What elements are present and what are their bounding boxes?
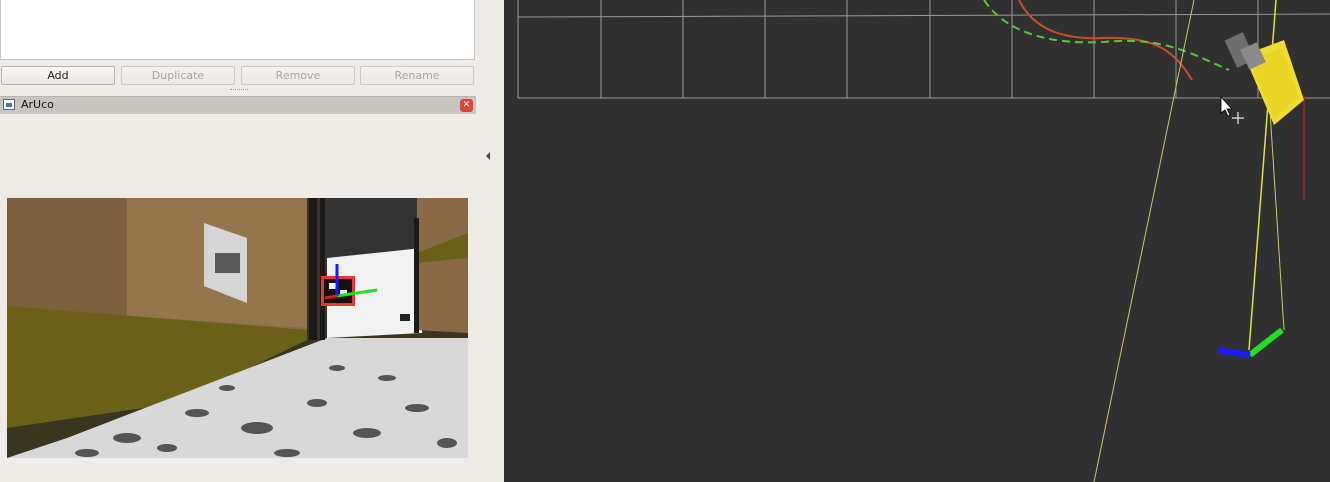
views-list[interactable] [0,0,475,60]
box-face [7,198,127,316]
image-panel-title: ArUco [21,98,54,111]
remove-button[interactable]: Remove [241,66,355,85]
left-panel: Add Duplicate Remove Rename ArUco ✕ [0,0,478,482]
duplicate-button[interactable]: Duplicate [121,66,235,85]
marker-x-axis [324,294,338,300]
shelf-post-3 [414,218,419,333]
image-panel-icon [3,99,15,110]
add-button[interactable]: Add [1,66,115,85]
rename-button[interactable]: Rename [360,66,474,85]
resize-grip[interactable] [230,89,248,93]
shelf-post-2 [320,198,325,340]
collapse-left-arrow-icon[interactable] [486,152,490,160]
camera-scene [7,198,468,458]
panel-splitter[interactable] [478,0,504,482]
tf-line-2 [1268,94,1285,331]
views-button-row: Add Duplicate Remove Rename [0,66,478,86]
back-sign [400,314,410,321]
robot-model [1224,32,1304,125]
back-ceiling [327,198,422,258]
move-cursor-icon [1232,112,1244,124]
right-shelf [417,198,468,333]
laser-line [1093,0,1195,482]
camera-image [7,198,468,458]
frame-y-axis [1248,327,1284,358]
planned-path-red [1018,0,1193,81]
mouse-pointer-icon [1220,95,1233,117]
shelf-post [309,198,317,340]
grid [517,0,1330,99]
3d-viewport[interactable] [504,0,1330,482]
frame-x-axis [1217,347,1251,358]
viewport-scene [517,0,1330,482]
barcode [215,253,240,273]
close-icon[interactable]: ✕ [460,99,473,112]
image-panel-title-bar[interactable]: ArUco ✕ [0,96,476,114]
